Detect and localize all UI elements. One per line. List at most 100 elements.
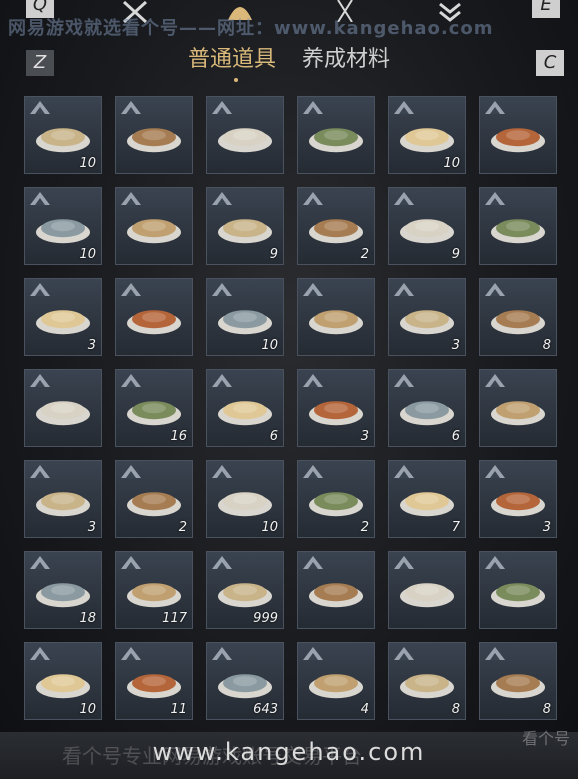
- inventory-slot[interactable]: 3: [24, 278, 102, 356]
- inventory-slot[interactable]: 3: [388, 278, 466, 356]
- inventory-slot[interactable]: 10: [206, 278, 284, 356]
- oyster-plate-icon: [216, 115, 274, 159]
- grade-badge-icon: [211, 372, 233, 388]
- tab-normal-items[interactable]: 普通道具: [188, 44, 276, 76]
- inventory-slot[interactable]: [297, 551, 375, 629]
- inventory-slot[interactable]: 117: [115, 551, 193, 629]
- gift-box-icon: [216, 570, 274, 614]
- inventory-slot[interactable]: [115, 278, 193, 356]
- grade-badge-icon: [484, 190, 506, 206]
- bottom-bar: 看个号专业网易游戏账号交易平台 www.kangehao.com 看个号: [0, 729, 578, 779]
- inventory-slot[interactable]: [388, 551, 466, 629]
- key-c[interactable]: C: [536, 50, 564, 76]
- item-count: 8: [542, 702, 551, 717]
- inventory-slot[interactable]: 10: [24, 642, 102, 720]
- inventory-slot[interactable]: 18: [24, 551, 102, 629]
- grade-badge-icon: [393, 190, 415, 206]
- clay-pot-stew-icon: [398, 388, 456, 432]
- inventory-slot[interactable]: 643: [206, 642, 284, 720]
- grade-badge-icon: [29, 554, 51, 570]
- inventory-slot[interactable]: 10: [388, 96, 466, 174]
- inventory-slot[interactable]: 9: [388, 187, 466, 265]
- inventory-slot[interactable]: [206, 96, 284, 174]
- zongzi-basket-icon: [307, 570, 365, 614]
- white-wine-bottle-icon: [489, 297, 547, 341]
- grade-badge-icon: [120, 554, 142, 570]
- item-count: 6: [269, 429, 278, 444]
- grade-badge-icon: [393, 463, 415, 479]
- item-count: 6: [451, 429, 460, 444]
- inventory-slot[interactable]: [479, 96, 557, 174]
- inventory-slot[interactable]: 4: [297, 642, 375, 720]
- noodle-plate-icon: [125, 388, 183, 432]
- inventory-slot[interactable]: 8: [388, 642, 466, 720]
- grade-badge-icon: [120, 372, 142, 388]
- inventory-slot[interactable]: 7: [388, 460, 466, 538]
- white-egg-icon: [489, 661, 547, 705]
- sliced-meat-plate-icon: [307, 297, 365, 341]
- inventory-slot[interactable]: 999: [206, 551, 284, 629]
- item-count: 11: [170, 702, 187, 717]
- inventory-slot[interactable]: 8: [479, 278, 557, 356]
- grade-badge-icon: [393, 99, 415, 115]
- inventory-slot[interactable]: [297, 278, 375, 356]
- item-count: 9: [269, 247, 278, 262]
- corner-logo: 看个号: [521, 729, 570, 748]
- grade-badge-icon: [29, 281, 51, 297]
- item-count: 4: [360, 702, 369, 717]
- inventory-slot[interactable]: 9: [206, 187, 284, 265]
- item-count: 10: [443, 156, 460, 171]
- inventory-slot[interactable]: 6: [388, 369, 466, 447]
- grade-badge-icon: [302, 645, 324, 661]
- inventory-slot[interactable]: 8: [479, 642, 557, 720]
- item-count: 10: [79, 702, 96, 717]
- grade-badge-icon: [211, 463, 233, 479]
- inventory-slot[interactable]: 2: [297, 187, 375, 265]
- item-count: 2: [360, 247, 369, 262]
- item-count: 7: [451, 520, 460, 535]
- inventory-slot[interactable]: [115, 187, 193, 265]
- tab-materials[interactable]: 养成材料: [302, 44, 390, 76]
- inventory-slot[interactable]: 2: [297, 460, 375, 538]
- inventory-slot[interactable]: [24, 369, 102, 447]
- inventory-slot[interactable]: 3: [24, 460, 102, 538]
- inventory-slot[interactable]: [479, 369, 557, 447]
- grade-badge-icon: [29, 99, 51, 115]
- inventory-slot[interactable]: 3: [297, 369, 375, 447]
- torch-stick-icon: [398, 570, 456, 614]
- inventory-slot[interactable]: [479, 551, 557, 629]
- grade-badge-icon: [393, 554, 415, 570]
- item-count: 10: [79, 247, 96, 262]
- item-count: 10: [79, 156, 96, 171]
- inventory-slot[interactable]: 10: [206, 460, 284, 538]
- inventory-slot[interactable]: [297, 96, 375, 174]
- top-bar: Q E 网易游戏就选看个号——网址：www.kangehao.com: [0, 0, 578, 46]
- fried-meat-plate-icon: [216, 206, 274, 250]
- grade-badge-icon: [120, 645, 142, 661]
- inventory-slot[interactable]: 2: [115, 460, 193, 538]
- item-count: 10: [261, 520, 278, 535]
- braised-pork-bowl-icon: [34, 297, 92, 341]
- grade-badge-icon: [29, 190, 51, 206]
- bottom-watermark-url: www.kangehao.com: [152, 738, 426, 766]
- grade-badge-icon: [484, 372, 506, 388]
- grade-badge-icon: [120, 281, 142, 297]
- meatballs-icon: [125, 479, 183, 523]
- inventory-slot[interactable]: [115, 96, 193, 174]
- item-count: 16: [170, 429, 187, 444]
- inventory-slot[interactable]: [479, 187, 557, 265]
- category-tabs: Z 普通道具 养成材料 C: [0, 44, 578, 84]
- inventory-slot[interactable]: 6: [206, 369, 284, 447]
- inventory-slot[interactable]: 10: [24, 96, 102, 174]
- inventory-slot[interactable]: 11: [115, 642, 193, 720]
- inventory-slot[interactable]: 3: [479, 460, 557, 538]
- grade-badge-icon: [211, 99, 233, 115]
- item-count: 8: [542, 338, 551, 353]
- key-z[interactable]: Z: [26, 50, 54, 76]
- key-e[interactable]: E: [532, 0, 560, 18]
- inventory-slot[interactable]: 16: [115, 369, 193, 447]
- grade-badge-icon: [393, 372, 415, 388]
- grade-badge-icon: [484, 645, 506, 661]
- blue-wine-bottle-icon: [34, 388, 92, 432]
- inventory-slot[interactable]: 10: [24, 187, 102, 265]
